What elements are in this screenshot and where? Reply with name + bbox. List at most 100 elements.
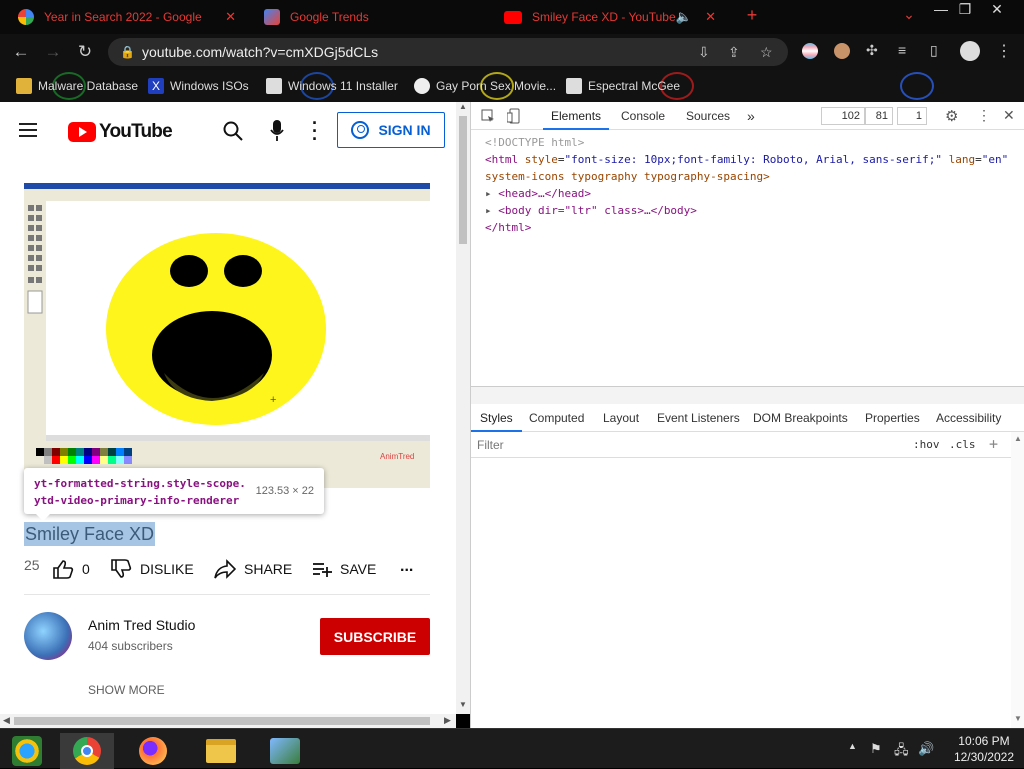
clock-date: 12/30/2022 [953, 750, 1014, 764]
network-icon[interactable]: 🖧 [894, 741, 909, 763]
channel-avatar[interactable] [24, 612, 72, 660]
tab-console[interactable]: Console [621, 102, 665, 130]
tab-google-trends[interactable]: Google Trends [246, 0, 486, 34]
tab-dom-breakpoints[interactable]: DOM Breakpoints [753, 404, 848, 432]
issues-count-a[interactable]: 102 [821, 107, 865, 125]
scroll-right-icon[interactable]: ▶ [444, 715, 451, 726]
close-tab-icon[interactable]: ✕ [705, 9, 716, 25]
extensions-icon[interactable]: ✣ [866, 42, 878, 59]
new-style-rule-icon[interactable]: + [989, 435, 998, 453]
bookmark-windows-11-installer[interactable]: Windows 11 Installer [266, 77, 398, 95]
page-vertical-scrollbar[interactable]: ▲ ▼ [456, 102, 470, 714]
panel-splitter[interactable] [471, 386, 1024, 404]
styles-scrollbar[interactable]: ▲ ▼ [1011, 432, 1024, 728]
tab-event-listeners[interactable]: Event Listeners [657, 404, 740, 432]
new-tab-button[interactable]: + [735, 6, 769, 26]
tab-youtube[interactable]: Smiley Face XD - YouTube 🔈 ✕ [486, 0, 730, 34]
scroll-down-icon[interactable]: ▼ [1014, 714, 1022, 723]
extension-avatar-icon[interactable] [834, 43, 850, 59]
share-icon[interactable]: ⇪ [728, 38, 740, 66]
tab-properties[interactable]: Properties [865, 404, 920, 432]
side-panel-icon[interactable]: ▯ [930, 42, 938, 59]
maximize-button[interactable]: ❐ [948, 0, 982, 20]
bookmark-windows-isos[interactable]: X Windows ISOs [148, 77, 249, 95]
tab-layout[interactable]: Layout [603, 404, 639, 432]
settings-gear-icon[interactable]: ⚙ [945, 107, 958, 125]
issues-count-c[interactable]: 1 [897, 107, 927, 125]
dom-body-node[interactable]: ▸ <body dir="ltr" class>…</body> [485, 202, 1015, 219]
close-tab-icon[interactable]: ✕ [225, 9, 236, 25]
issues-count-b[interactable]: 81 [865, 107, 893, 125]
hover-state-toggle[interactable]: :hov [913, 438, 940, 451]
tab-year-in-search[interactable]: Year in Search 2022 - Google ✕ [0, 0, 246, 34]
device-toolbar-icon[interactable] [507, 108, 521, 124]
dom-head-node[interactable]: ▸ <head>…</head> [485, 185, 1015, 202]
scroll-up-icon[interactable]: ▲ [459, 102, 467, 111]
profile-icon[interactable] [960, 41, 980, 61]
tab-styles[interactable]: Styles [471, 404, 522, 432]
dom-html-close[interactable]: </html> [485, 219, 1015, 236]
subscribe-button[interactable]: SUBSCRIBE [320, 618, 430, 655]
volume-icon[interactable]: 🔊 [918, 741, 934, 757]
filter-input[interactable]: Filter [477, 438, 504, 452]
more-actions-icon[interactable]: ... [400, 555, 413, 579]
address-bar[interactable]: 🔒 youtube.com/watch?v=cmXDGj5dCLs ⇩ ⇪ ☆ [108, 38, 788, 66]
close-window-button[interactable]: ✕ [980, 0, 1014, 20]
channel-name[interactable]: Anim Tred Studio [88, 617, 195, 633]
save-button[interactable]: SAVE [312, 557, 376, 581]
devtools-menu-icon[interactable]: ⋮ [977, 107, 991, 124]
network-app-icon[interactable] [258, 733, 312, 769]
scrollbar-thumb[interactable] [14, 717, 430, 725]
star-icon[interactable]: ☆ [760, 38, 773, 66]
back-icon[interactable]: ← [10, 42, 32, 62]
search-icon[interactable] [223, 121, 243, 141]
class-toggle[interactable]: .cls [949, 438, 976, 451]
audio-playing-icon[interactable]: 🔈 [676, 9, 692, 25]
scrollbar-thumb[interactable] [459, 116, 467, 244]
tab-accessibility[interactable]: Accessibility [936, 404, 1001, 432]
horizontal-scrollbar[interactable]: ◀ ▶ [0, 714, 456, 728]
dislike-button[interactable]: DISLIKE [110, 557, 194, 581]
microphone-icon[interactable] [270, 120, 284, 142]
tab-elements[interactable]: Elements [543, 102, 610, 130]
dom-html-node[interactable]: <html style="font-size: 10px;font-family… [485, 151, 1015, 168]
chrome-icon[interactable] [60, 733, 114, 769]
scroll-up-icon[interactable]: ▲ [1014, 434, 1022, 443]
show-hidden-icons[interactable]: ▲ [848, 741, 857, 751]
firefox-icon[interactable] [126, 733, 180, 769]
start-icon[interactable] [0, 733, 54, 769]
forward-icon[interactable]: → [42, 42, 64, 62]
more-tabs-icon[interactable]: » [747, 102, 755, 130]
install-icon[interactable]: ⇩ [698, 38, 710, 66]
youtube-logo[interactable]: YouTube [68, 121, 173, 143]
profile-flag-icon[interactable] [802, 43, 818, 59]
like-button[interactable]: 0 [52, 557, 90, 581]
file-explorer-icon[interactable] [194, 733, 248, 769]
bookmark-espectral-mcgee[interactable]: Espectral McGee [566, 77, 680, 95]
reload-icon[interactable]: ↻ [74, 42, 96, 62]
scroll-left-icon[interactable]: ◀ [3, 715, 10, 726]
hamburger-menu-icon[interactable] [19, 119, 37, 141]
tab-list-button[interactable]: ⌄ [892, 5, 926, 25]
flag-icon[interactable]: ⚑ [870, 741, 882, 757]
expand-triangle-icon[interactable]: ▸ [485, 187, 492, 200]
close-devtools-icon[interactable]: ✕ [1003, 107, 1015, 124]
dom-doctype[interactable]: <!DOCTYPE html> [485, 134, 1015, 151]
tab-sources[interactable]: Sources [686, 102, 730, 130]
sign-in-button[interactable]: SIGN IN [337, 112, 445, 148]
bookmark-gay-porn-sex-movie[interactable]: Gay Porn Sex Movie... [414, 77, 556, 95]
show-more-button[interactable]: SHOW MORE [88, 683, 165, 697]
more-options-icon[interactable]: · · · [312, 114, 318, 148]
share-button[interactable]: SHARE [214, 557, 292, 581]
inspect-element-icon[interactable] [481, 109, 495, 123]
bookmark-label: Gay Porn Sex Movie... [436, 79, 557, 93]
tab-computed[interactable]: Computed [529, 404, 584, 432]
system-clock[interactable]: 10:06 PM 12/30/2022 [954, 733, 1014, 765]
menu-icon[interactable]: ⋮ [996, 41, 1012, 61]
bookmark-malware-database[interactable]: Malware Database [16, 77, 138, 95]
expand-triangle-icon[interactable]: ▸ [485, 204, 492, 217]
media-icon[interactable]: ≡ [898, 42, 906, 58]
lock-icon[interactable]: 🔒 [120, 38, 135, 66]
video-player[interactable]: AnimTred + [24, 183, 430, 488]
scroll-down-icon[interactable]: ▼ [459, 700, 467, 709]
